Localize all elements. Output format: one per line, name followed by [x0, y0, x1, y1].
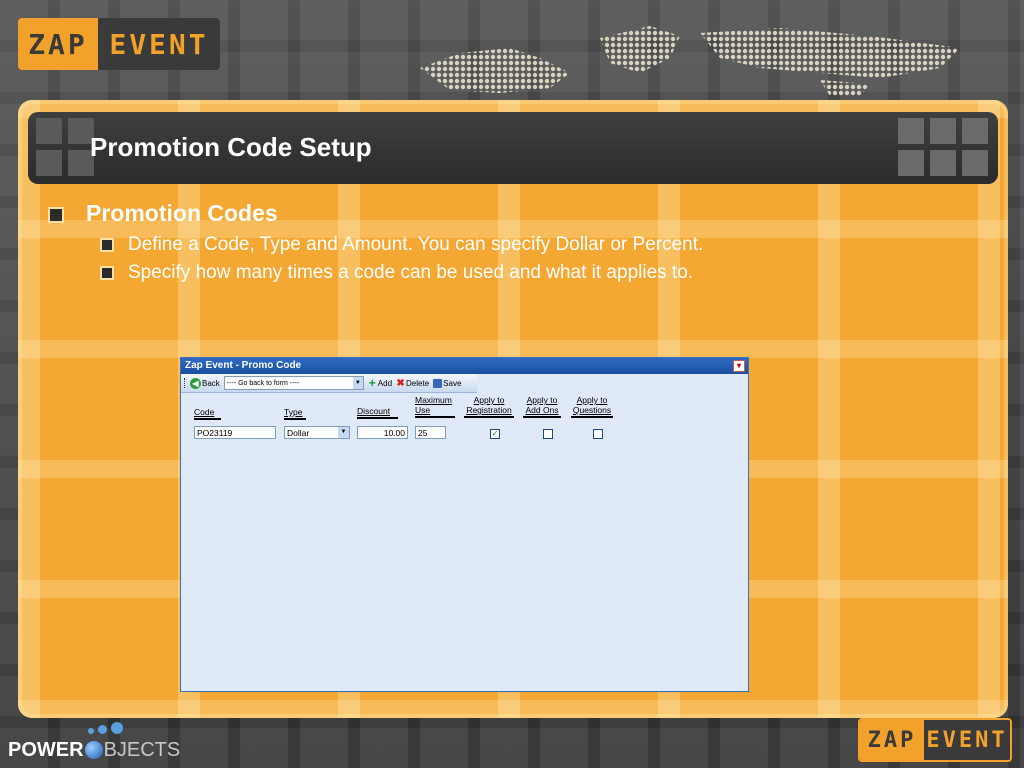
- window-title-bar: Zap Event - Promo Code ▾: [181, 358, 748, 374]
- apply-questions-checkbox[interactable]: [593, 429, 603, 439]
- add-button[interactable]: + Add: [368, 375, 393, 390]
- code-input[interactable]: PO23119: [194, 426, 276, 439]
- power-objects-logo: POWER BJECTS: [8, 722, 181, 764]
- promo-code-window: Zap Event - Promo Code ▾ ◀ Back ---- Go …: [180, 357, 749, 692]
- plus-icon: +: [368, 375, 376, 390]
- column-header-apply-addons: Apply to Add Ons: [523, 395, 561, 418]
- logo-zap-text: ZAP: [860, 720, 924, 760]
- logo-zap-text: ZAP: [18, 18, 98, 70]
- column-header-apply-questions: Apply to Questions: [571, 395, 613, 418]
- save-label: Save: [443, 378, 462, 388]
- delete-label: Delete: [406, 378, 430, 388]
- zap-event-logo-footer: ZAP EVENT: [858, 718, 1012, 762]
- promo-code-form: Code Type Discount Maximum Use Apply to Re…: [181, 393, 748, 673]
- window-title: Zap Event - Promo Code: [185, 360, 302, 371]
- sub-bullet: Define a Code, Type and Amount. You can …: [100, 234, 703, 256]
- column-header-discount: Discount: [357, 406, 398, 419]
- delete-button[interactable]: ✖ Delete: [396, 378, 429, 389]
- sub-bullet-text: Define a Code, Type and Amount. You can …: [128, 234, 704, 255]
- window-menu-icon[interactable]: ▾: [733, 360, 745, 372]
- back-label: Back: [202, 378, 220, 388]
- discount-input[interactable]: 10.00: [357, 426, 408, 439]
- sub-bullet-text: Specify how many times a code can be use…: [128, 262, 694, 283]
- column-header-max-use: Maximum Use: [415, 395, 455, 418]
- logo-power-text: POWER: [8, 738, 84, 761]
- toolbar-grip[interactable]: [184, 378, 187, 388]
- bullet-main: Promotion Codes: [48, 200, 278, 227]
- add-label: Add: [377, 378, 393, 388]
- max-use-input[interactable]: 25: [415, 426, 446, 439]
- title-bar: Promotion Code Setup: [28, 112, 998, 184]
- delete-x-icon: ✖: [396, 377, 405, 389]
- chevron-down-icon: ▼: [338, 427, 349, 438]
- globe-icon: [84, 741, 103, 759]
- world-map-graphic: [420, 26, 960, 96]
- logo-event-text: EVENT: [98, 18, 220, 70]
- type-select-value: Dollar: [287, 428, 310, 438]
- toolbar: ◀ Back ---- Go back to form ---- ▼ + Add…: [181, 374, 477, 393]
- bullet-main-text: Promotion Codes: [86, 200, 278, 226]
- column-header-apply-registration: Apply to Registration: [464, 395, 514, 418]
- save-button[interactable]: Save: [433, 378, 462, 388]
- apply-registration-checkbox[interactable]: ✓: [490, 429, 500, 439]
- apply-addons-checkbox[interactable]: [543, 429, 553, 439]
- zap-event-logo: ZAP EVENT: [18, 18, 220, 70]
- back-button[interactable]: ◀ Back: [190, 377, 220, 389]
- column-header-code: Code: [194, 407, 221, 420]
- sub-bullet: Specify how many times a code can be use…: [100, 262, 693, 284]
- logo-objects-text: BJECTS: [103, 738, 181, 761]
- go-back-select[interactable]: ---- Go back to form ---- ▼: [223, 376, 364, 390]
- logo-event-text: EVENT: [924, 720, 1010, 760]
- type-select[interactable]: Dollar ▼: [284, 426, 350, 439]
- column-header-type: Type: [284, 407, 306, 420]
- go-back-select-value: ---- Go back to form ----: [226, 379, 300, 387]
- bullet-square-icon: [100, 237, 114, 252]
- chevron-down-icon: ▼: [352, 377, 363, 389]
- floppy-disk-icon: [433, 378, 443, 388]
- bullet-square-icon: [48, 206, 64, 223]
- back-arrow-icon: ◀: [190, 377, 201, 389]
- slide-title: Promotion Code Setup: [90, 132, 372, 162]
- bullet-square-icon: [100, 265, 114, 280]
